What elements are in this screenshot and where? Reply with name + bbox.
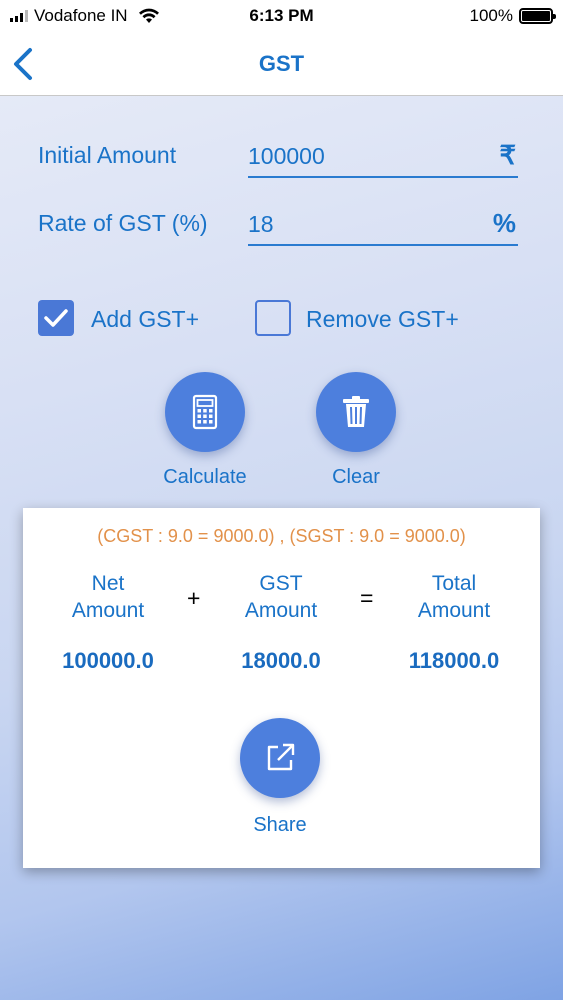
total-amount-heading: Total Amount (379, 570, 529, 624)
calculate-button[interactable] (165, 372, 245, 452)
gst-heading-line2: Amount (244, 599, 318, 622)
net-heading-line2: Amount (71, 599, 145, 622)
calculator-icon (192, 394, 218, 430)
tax-breakdown: (CGST : 9.0 = 9000.0) , (SGST : 9.0 = 90… (97, 526, 466, 546)
gst-rate-field: Rate of GST (%) % (38, 200, 518, 250)
clear-label[interactable]: Clear (296, 466, 416, 489)
checkmark-icon (44, 309, 68, 327)
calculate-label[interactable]: Calculate (145, 466, 265, 489)
initial-amount-field: Initial Amount ₹ (38, 132, 518, 182)
initial-amount-label: Initial Amount (38, 142, 177, 168)
status-bar: Vodafone IN 6:13 PM 100% (0, 0, 563, 32)
gst-rate-label: Rate of GST (%) (38, 210, 208, 236)
initial-amount-input[interactable] (248, 136, 518, 178)
total-heading-line2: Amount (417, 599, 491, 622)
gst-mode-options: Add GST+ Remove GST+ (38, 300, 518, 338)
gst-amount-heading: GST Amount (206, 570, 356, 624)
battery-percent: 100% (469, 6, 513, 25)
net-amount-heading: Net Amount (33, 570, 183, 624)
gst-heading-line1: GST (259, 572, 303, 595)
remove-gst-checkbox[interactable] (255, 300, 291, 336)
result-card: (CGST : 9.0 = 9000.0) , (SGST : 9.0 = 90… (23, 508, 540, 868)
total-heading-line1: Total (431, 572, 477, 595)
share-label[interactable]: Share (220, 814, 340, 837)
battery-icon (519, 8, 556, 24)
trash-icon (343, 396, 369, 427)
share-button[interactable] (240, 718, 320, 798)
total-amount-value: 118000.0 (408, 648, 500, 673)
rupee-icon: ₹ (499, 140, 516, 170)
nav-bar: GST (0, 32, 563, 96)
plus-sign: + (187, 585, 201, 611)
page-title: GST (258, 51, 305, 76)
remove-gst-label[interactable]: Remove GST+ (306, 306, 459, 333)
net-heading-line1: Net (91, 572, 125, 595)
status-right: 100% (469, 6, 556, 26)
gst-amount-value: 18000.0 (241, 648, 321, 673)
share-icon (267, 743, 295, 771)
percent-icon: % (492, 208, 516, 238)
gst-rate-input[interactable] (248, 204, 518, 246)
net-amount-value: 100000.0 (62, 648, 154, 673)
equals-sign: = (360, 585, 374, 611)
clear-button[interactable] (316, 372, 396, 452)
add-gst-label[interactable]: Add GST+ (91, 306, 199, 333)
add-gst-checkbox[interactable] (38, 300, 74, 336)
